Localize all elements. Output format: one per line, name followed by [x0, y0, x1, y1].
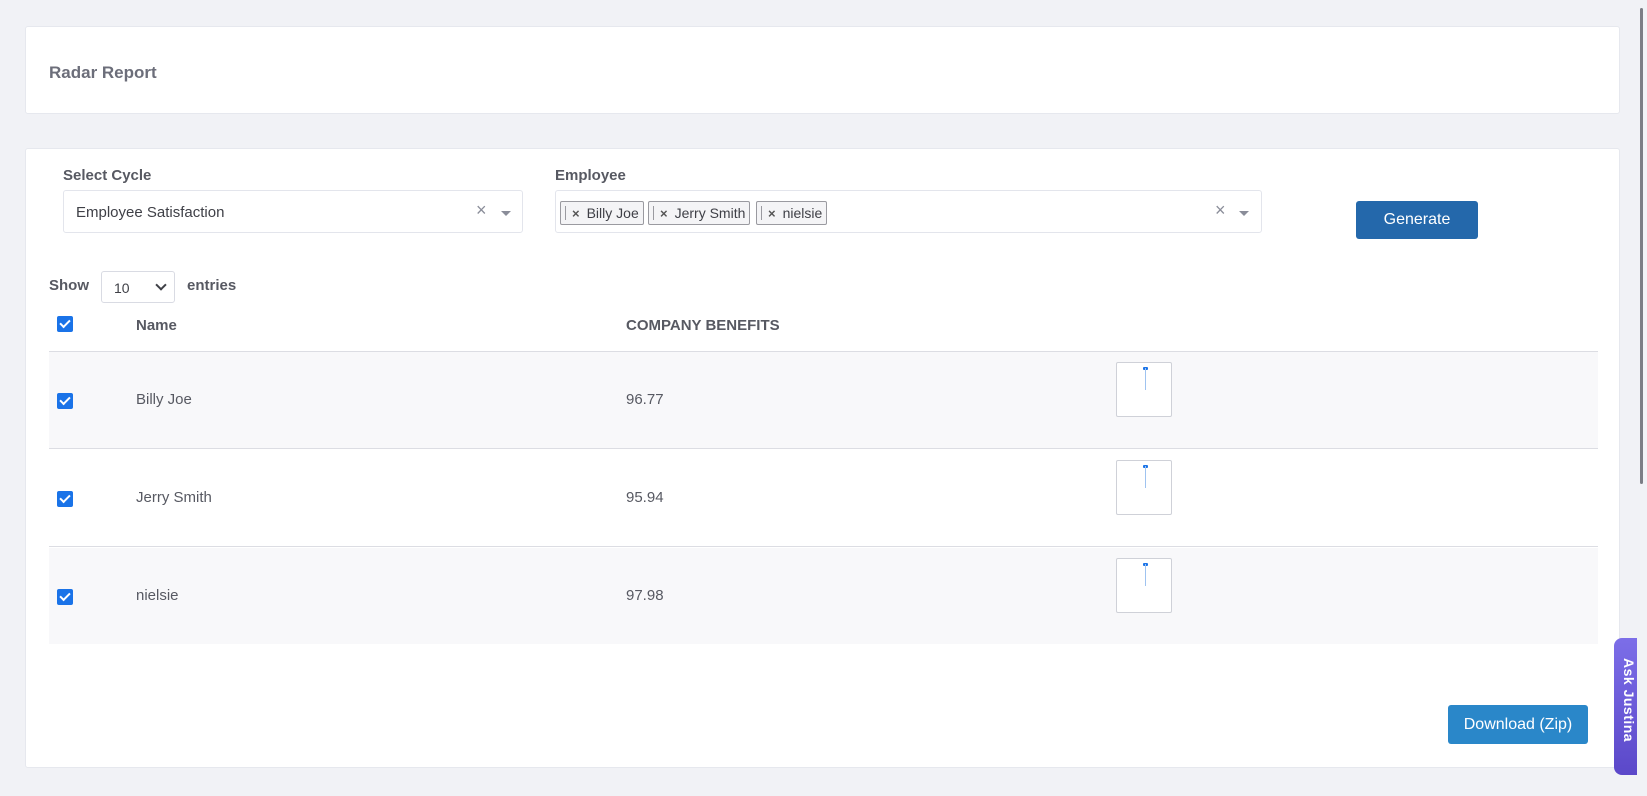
cycle-value: Employee Satisfaction [76, 204, 225, 221]
cycle-select[interactable]: Employee Satisfaction × [63, 190, 523, 233]
ask-justina-label: Ask Justina [1621, 658, 1637, 743]
company-benefits-score: 97.98 [626, 587, 664, 604]
select-all-checkbox[interactable] [57, 316, 73, 332]
employee-multiselect[interactable]: × Billy Joe × Jerry Smith × nielsie × [555, 190, 1262, 233]
column-header-company-benefits[interactable]: COMPANY BENEFITS [626, 317, 780, 334]
tag-remove-icon[interactable]: × [572, 206, 580, 221]
report-card: Select Cycle Employee Satisfaction × Emp… [25, 148, 1620, 768]
row-checkbox[interactable] [57, 589, 73, 605]
table-row: Billy Joe 96.77 [49, 352, 1598, 449]
company-benefits-score: 96.77 [626, 391, 664, 408]
cycle-dropdown-icon[interactable] [501, 211, 511, 216]
column-header-name[interactable]: Name [136, 317, 177, 334]
table-row: nielsie 97.98 [49, 548, 1598, 644]
tag-remove-icon[interactable]: × [660, 206, 668, 221]
scrollbar-thumb[interactable] [1640, 8, 1643, 484]
employee-dropdown-icon[interactable] [1239, 211, 1249, 216]
cycle-label: Select Cycle [63, 167, 152, 184]
table-header: Name COMPANY BENEFITS [49, 307, 1598, 352]
page-scrollbar[interactable] [1637, 0, 1647, 796]
entries-length-select[interactable]: 10 [101, 271, 175, 303]
employee-name: nielsie [136, 587, 179, 604]
row-checkbox[interactable] [57, 393, 73, 409]
generate-button[interactable]: Generate [1356, 201, 1478, 239]
employee-tag-label: Billy Joe [586, 205, 639, 221]
radar-chart-thumbnail[interactable] [1116, 460, 1172, 515]
chevron-down-icon [155, 279, 167, 291]
radar-chart-thumbnail[interactable] [1116, 558, 1172, 613]
entries-label: entries [187, 277, 237, 294]
employee-tag-label: Jerry Smith [674, 205, 746, 221]
row-checkbox[interactable] [57, 491, 73, 507]
company-benefits-score: 95.94 [626, 489, 664, 506]
employee-name: Jerry Smith [136, 489, 212, 506]
download-zip-button[interactable]: Download (Zip) [1448, 705, 1588, 744]
table-row: Jerry Smith 95.94 [49, 450, 1598, 547]
show-label: Show [49, 277, 89, 294]
page-title: Radar Report [49, 63, 157, 82]
employee-tag: × Jerry Smith [648, 201, 751, 225]
employee-name: Billy Joe [136, 391, 192, 408]
employee-tag-label: nielsie [782, 205, 823, 221]
employee-clear-icon[interactable]: × [1215, 200, 1226, 221]
employee-tag: × nielsie [756, 201, 828, 225]
entries-length-value: 10 [114, 280, 130, 296]
radar-chart-thumbnail[interactable] [1116, 362, 1172, 417]
title-card: Radar Report [25, 26, 1620, 114]
employee-label: Employee [555, 167, 626, 184]
tag-remove-icon[interactable]: × [768, 206, 776, 221]
cycle-clear-icon[interactable]: × [476, 200, 487, 221]
employee-tag: × Billy Joe [560, 201, 644, 225]
